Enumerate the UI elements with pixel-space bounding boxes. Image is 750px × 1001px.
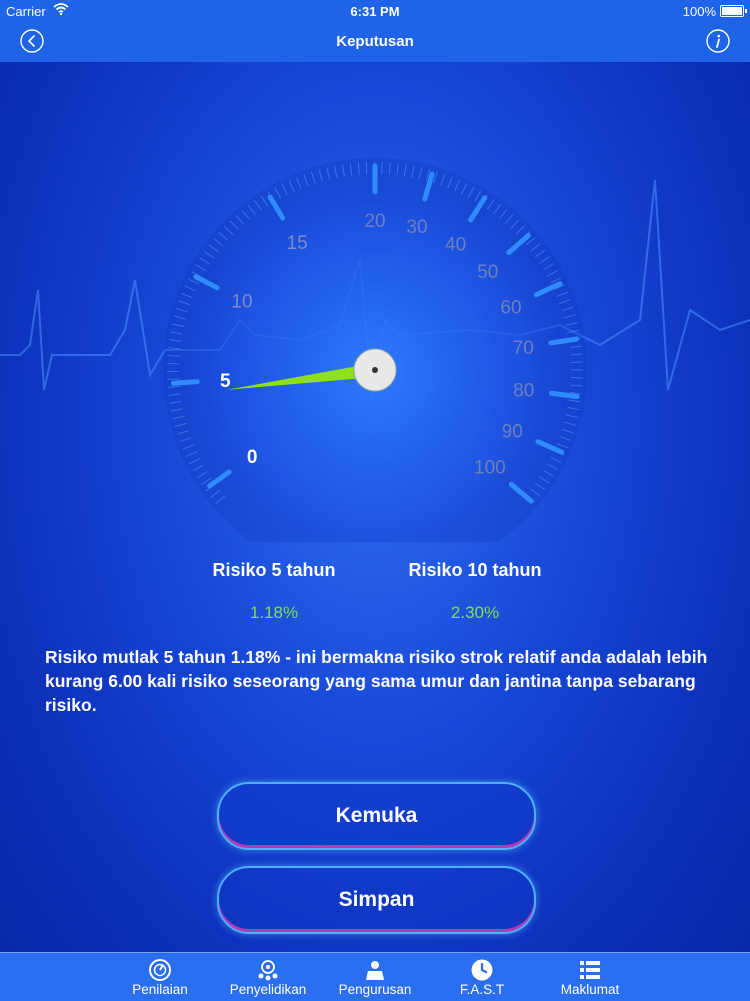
tab-pengurusan[interactable]: Pengurusan: [325, 953, 425, 1001]
ten-year-risk-label: Risiko 10 tahun: [375, 560, 575, 581]
tab-label: F.A.S.T: [422, 982, 542, 997]
gauge-tick-label: 70: [513, 338, 534, 359]
tab-penyelidikan[interactable]: Penyelidikan: [218, 953, 318, 1001]
tab-label: Maklumat: [530, 982, 650, 997]
gauge-major-tick: [551, 393, 577, 396]
battery-percent: 100%: [683, 4, 716, 19]
gauge-major-tick: [173, 382, 197, 384]
battery-icon: [720, 5, 744, 17]
tab-maklumat[interactable]: Maklumat: [540, 953, 640, 1001]
tab-bar: Penilaian Penyelidikan Pengurusan F.A.S.…: [0, 952, 750, 1001]
research-icon: [256, 958, 280, 982]
info-icon[interactable]: [706, 29, 730, 53]
gauge-tick-label: 50: [477, 262, 498, 283]
gauge-tick-label: 10: [231, 292, 252, 313]
tab-label: Penilaian: [100, 982, 220, 997]
gauge-tick-label: 60: [500, 298, 521, 319]
tab-penilaian[interactable]: Penilaian: [110, 953, 210, 1001]
gauge-tick-label: 15: [287, 233, 308, 254]
submit-button[interactable]: Kemuka: [217, 782, 536, 850]
gauge-tick-label: 0: [247, 447, 258, 468]
gauge-rim-tick: [366, 162, 367, 174]
page-title: Keputusan: [0, 33, 750, 50]
risk-description: Risiko mutlak 5 tahun 1.18% - ini bermak…: [45, 645, 715, 717]
ten-year-risk-value: 2.30%: [375, 603, 575, 623]
gauge-tick-label: 100: [474, 457, 506, 478]
management-icon: [363, 958, 387, 982]
tab-label: Pengurusan: [315, 982, 435, 997]
clock-label: 6:31 PM: [0, 4, 750, 19]
risk-gauge: 0 5 10 15 20 30 40 5060 70 80 90 100: [0, 62, 750, 542]
status-bar: Carrier 6:31 PM 100%: [0, 0, 750, 22]
gauge-icon: [148, 958, 172, 982]
five-year-risk-label: Risiko 5 tahun: [174, 560, 374, 581]
clock-icon: [470, 958, 494, 982]
gauge-tick-label: 30: [406, 217, 427, 238]
list-icon: [578, 958, 602, 982]
gauge-tick-label: 80: [513, 381, 534, 402]
tab-label: Penyelidikan: [208, 982, 328, 997]
five-year-risk-value: 1.18%: [174, 603, 374, 623]
gauge-rim-tick: [167, 379, 179, 380]
save-button[interactable]: Simpan: [217, 866, 536, 934]
navigation-bar: Keputusan: [0, 22, 750, 62]
gauge-tick-label: 90: [502, 421, 523, 442]
gauge-tick-label: 5: [220, 371, 231, 392]
gauge-needle-hub-center: [372, 367, 378, 373]
gauge-tick-label: 20: [364, 211, 385, 232]
tab-fast[interactable]: F.A.S.T: [432, 953, 532, 1001]
gauge-tick-label: 40: [445, 234, 466, 255]
